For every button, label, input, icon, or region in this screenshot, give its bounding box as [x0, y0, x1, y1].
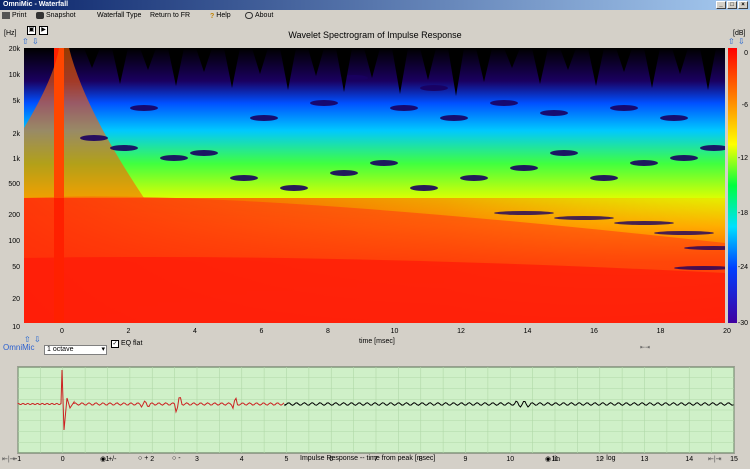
polarity-plusminus-label: +/-: [108, 456, 117, 463]
left-scroll-icon[interactable]: ⇤|⇥: [2, 455, 16, 463]
polarity-minus-radio[interactable]: ○ -: [172, 455, 181, 462]
ir-x-tick-label: 10: [506, 456, 514, 463]
help-menu[interactable]: ? Help: [210, 11, 231, 21]
db-down-arrow-icon[interactable]: ⇩: [738, 38, 745, 46]
impulse-x-label: Impulse Response -- time from peak [msec…: [300, 455, 436, 462]
freq-up-arrow-icon[interactable]: ⇧: [22, 38, 29, 46]
print-menu[interactable]: Print: [2, 11, 26, 21]
impulse-plot: -1 0 1 2 3 4 5 6 7 8 9 10 11 12 13 14 15: [0, 360, 750, 469]
about-menu[interactable]: About: [245, 11, 273, 21]
menu-bar: Print Snapshot Waterfall Type Return to …: [0, 10, 750, 22]
db-up-arrow-icon[interactable]: ⇧: [728, 38, 735, 46]
spectrogram-plot: [24, 48, 725, 323]
eq-flat-checkbox[interactable]: ✓: [111, 340, 119, 348]
right-scroll-icon[interactable]: ⇤|⇥: [708, 455, 722, 463]
return-to-fr-menu[interactable]: Return to FR: [150, 11, 190, 21]
help-icon: ?: [210, 12, 215, 20]
ir-x-tick-label: 4: [240, 456, 244, 463]
speech-bubble-icon: [245, 11, 253, 19]
ir-x-tick-label: 2: [150, 456, 154, 463]
radio-empty-icon: ○: [138, 455, 143, 462]
ir-x-tick-label: 9: [464, 456, 468, 463]
polarity-minus-label: -: [178, 455, 181, 462]
ir-x-tick-label: 14: [685, 456, 693, 463]
y-unit-label: [Hz]: [4, 30, 17, 37]
impulse-panel: -1 0 1 2 3 4 5 6 7 8 9 10 11 12 13 14 15: [0, 360, 750, 469]
snapshot-menu[interactable]: Snapshot: [36, 11, 76, 21]
ir-x-tick-label: 5: [285, 456, 289, 463]
radio-selected-icon: ◉: [545, 456, 552, 463]
radio-selected-icon: ◉: [100, 456, 107, 463]
help-label: Help: [216, 12, 231, 19]
scale-lin-label: lin: [553, 456, 561, 463]
scroll-arrows-icon[interactable]: ⇤⇥: [640, 344, 650, 351]
radio-empty-icon: ○: [600, 455, 605, 462]
polarity-plus-label: +: [144, 455, 149, 462]
scale-lin-radio[interactable]: ◉ lin: [545, 455, 560, 463]
waterfall-type-menu[interactable]: Waterfall Type: [97, 11, 141, 21]
print-label: Print: [12, 12, 27, 19]
scale-log-label: log: [606, 455, 616, 462]
chevron-down-icon: ▾: [101, 346, 105, 353]
freq-down-arrow-icon[interactable]: ⇩: [32, 38, 39, 46]
camera-icon: [36, 11, 44, 19]
close-button[interactable]: ×: [738, 1, 748, 9]
omnimic-logo: OmniMic: [3, 343, 35, 352]
polarity-plusminus-radio[interactable]: ◉ +/-: [100, 455, 116, 463]
scale-log-radio[interactable]: ○ log: [600, 455, 616, 462]
minimize-button[interactable]: _: [716, 1, 726, 9]
ir-x-tick-label: 15: [730, 456, 738, 463]
smoothing-dropdown[interactable]: 1 octave ▾: [44, 345, 107, 355]
eq-flat-label: EQ flat: [121, 340, 143, 347]
ir-x-tick-label: 3: [195, 456, 199, 463]
radio-empty-icon: ○: [172, 455, 177, 462]
ir-x-tick-label: 13: [641, 456, 649, 463]
x-axis-label: time [msec]: [359, 338, 395, 345]
cbar-unit-label: [dB]: [733, 30, 746, 37]
play-button[interactable]: ▶: [39, 26, 48, 35]
smoothing-value: 1 octave: [47, 346, 74, 353]
time-down-arrow-icon[interactable]: ⇩: [34, 336, 41, 344]
window-title: OmniMic - Waterfall: [3, 1, 69, 8]
zoom-box-button[interactable]: ▣: [27, 26, 36, 35]
snapshot-label: Snapshot: [46, 12, 76, 19]
ir-x-tick-label: 0: [61, 456, 65, 463]
printer-icon: [2, 11, 10, 19]
polarity-plus-radio[interactable]: ○ +: [138, 455, 148, 462]
spectrogram-title: Wavelet Spectrogram of Impulse Response: [288, 30, 462, 40]
window-titlebar: OmniMic - Waterfall _ □ ×: [0, 0, 750, 10]
colorbar: [728, 48, 737, 323]
maximize-button[interactable]: □: [727, 1, 737, 9]
about-label: About: [255, 12, 274, 19]
